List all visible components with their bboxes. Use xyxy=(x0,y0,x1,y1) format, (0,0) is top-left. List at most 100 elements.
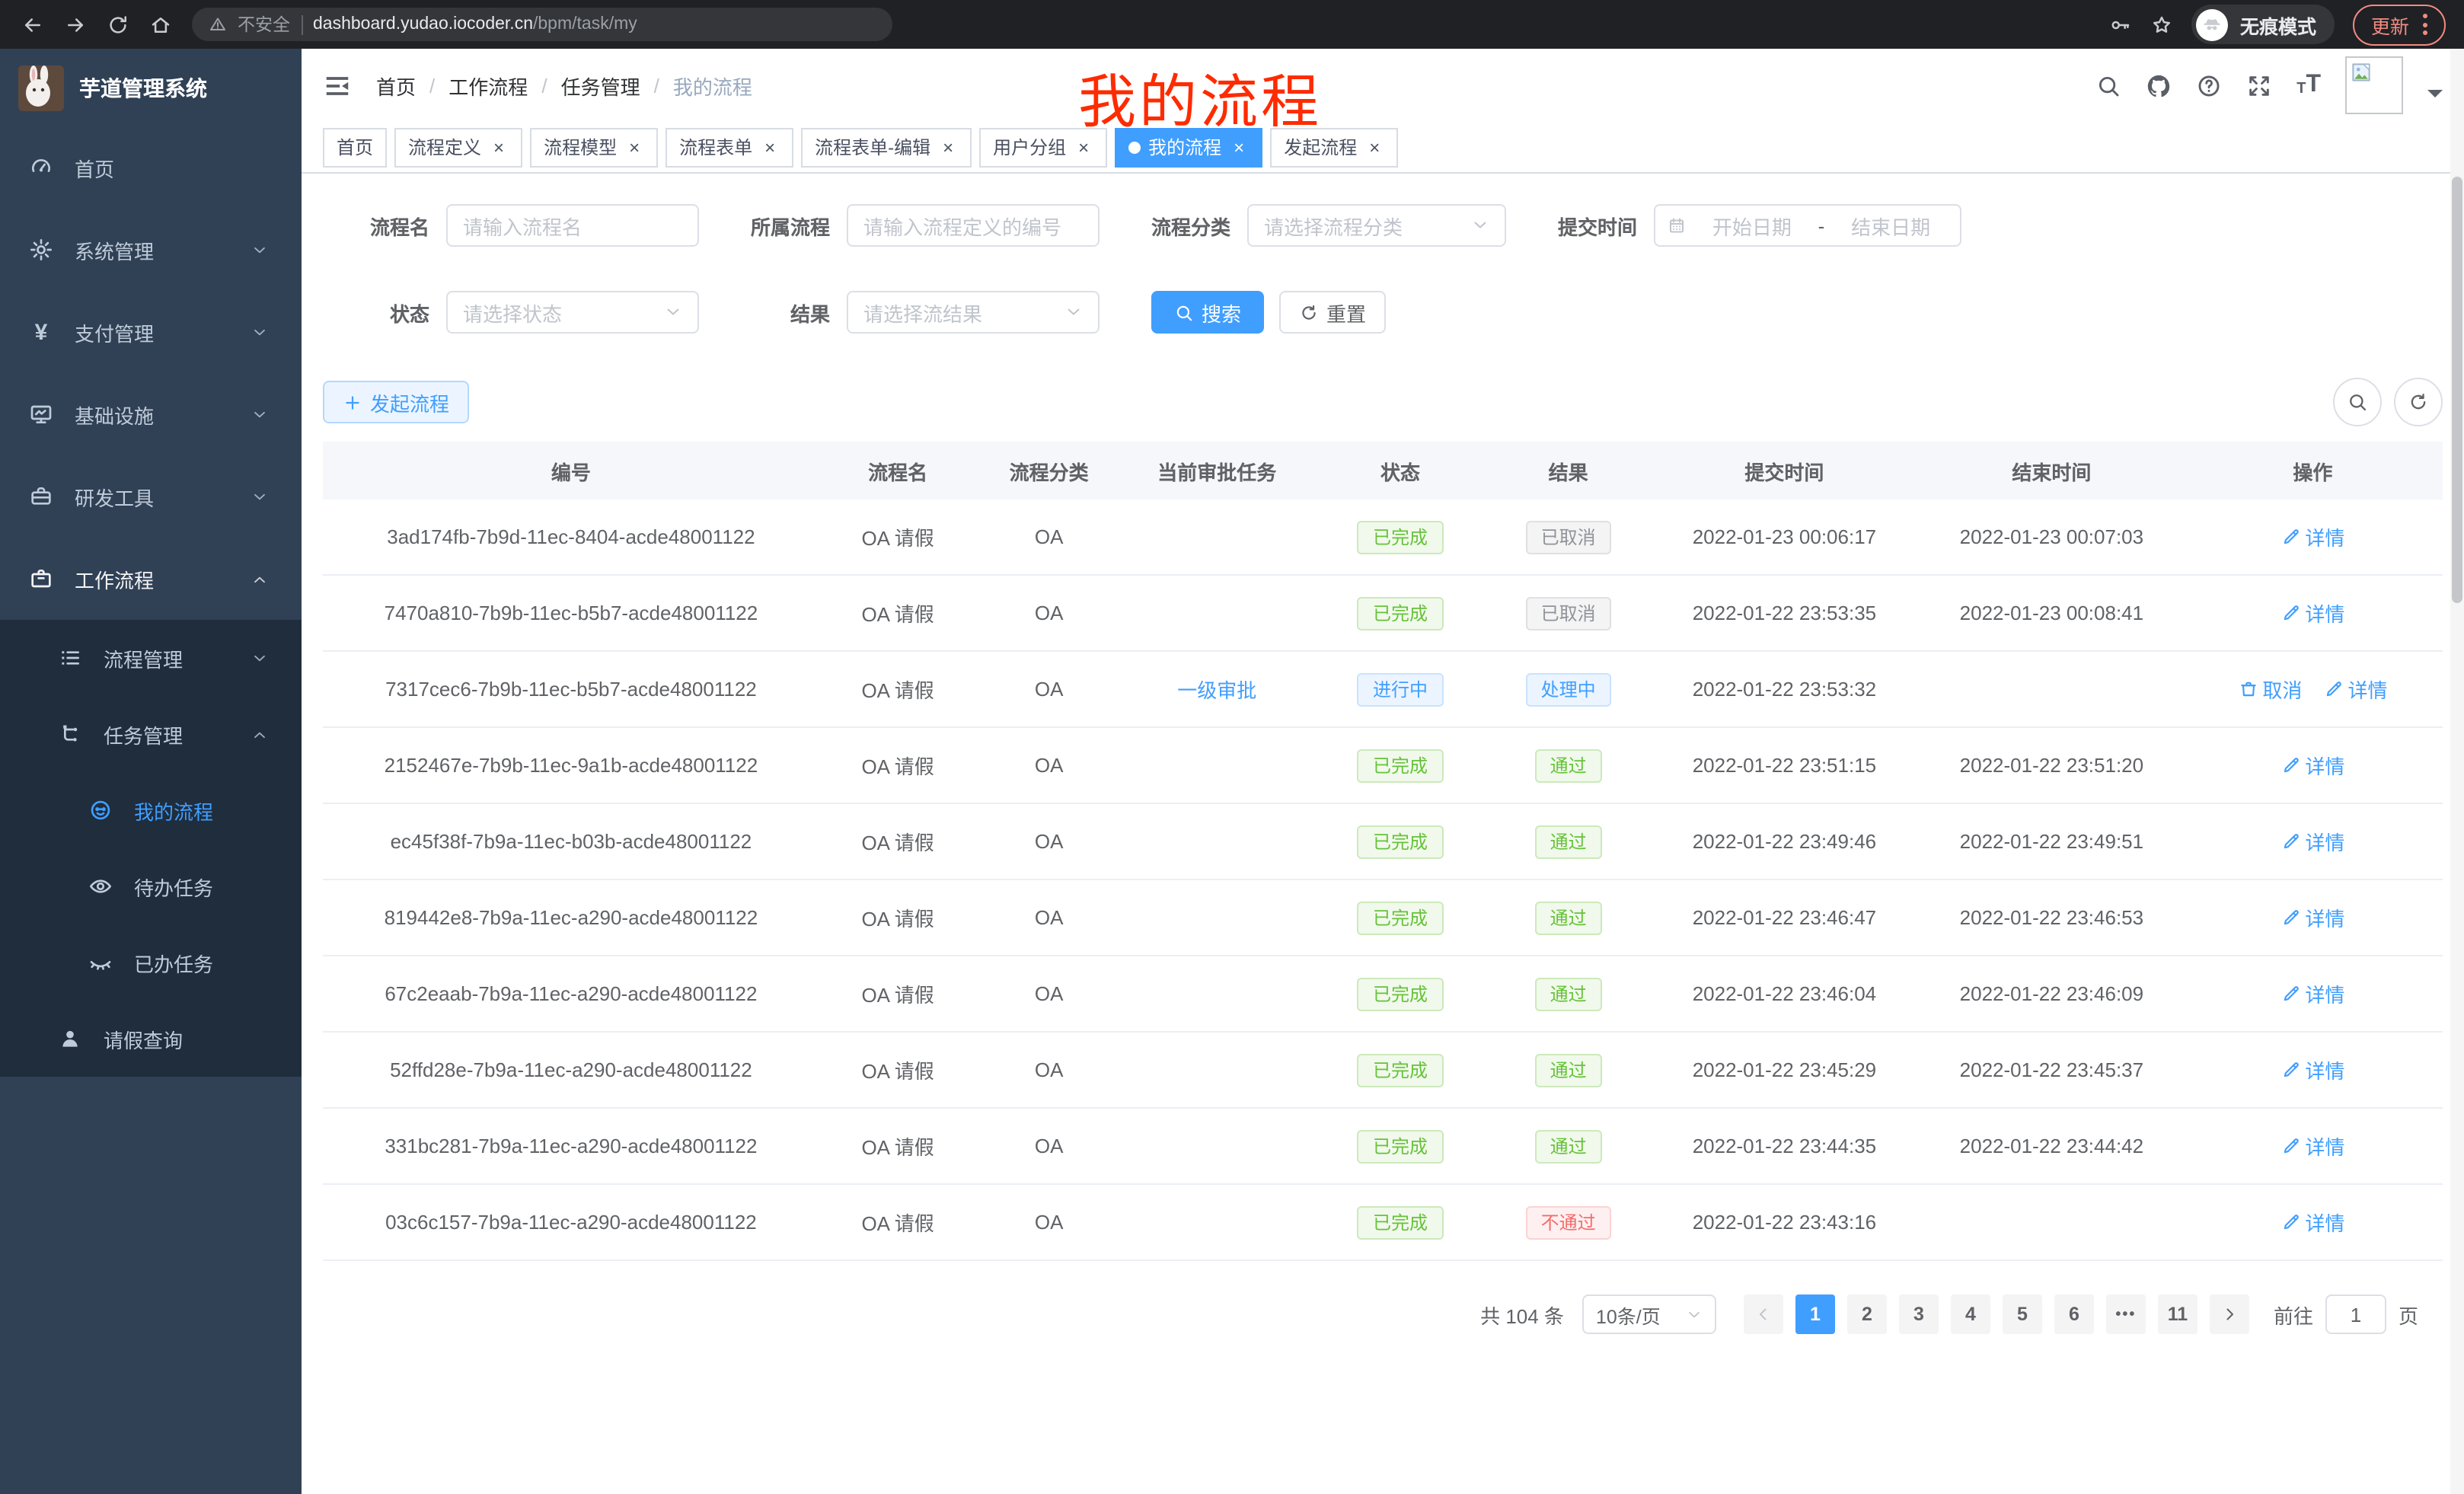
page-button-11[interactable]: 11 xyxy=(2158,1294,2197,1334)
browser-forward-button[interactable] xyxy=(55,5,94,44)
detail-action[interactable]: 详情 xyxy=(2280,522,2344,551)
detail-action[interactable]: 详情 xyxy=(2280,827,2344,856)
close-tab-icon[interactable]: × xyxy=(1074,137,1093,157)
breadcrumb-item[interactable]: 工作流程 xyxy=(448,71,528,100)
detail-action[interactable]: 详情 xyxy=(2280,979,2344,1008)
action-label: 详情 xyxy=(2305,599,2344,627)
start-process-button[interactable]: 发起流程 xyxy=(323,381,469,423)
task-link[interactable]: 一级审批 xyxy=(1177,679,1256,702)
close-tab-icon[interactable]: × xyxy=(760,137,780,157)
chevron-down-icon xyxy=(664,303,682,321)
header-search-icon[interactable] xyxy=(2095,72,2121,98)
reset-button[interactable]: 重置 xyxy=(1279,291,1386,334)
breadcrumb-item[interactable]: 任务管理 xyxy=(561,71,640,100)
toggle-search-button[interactable] xyxy=(2333,378,2382,426)
submit-time-daterange[interactable]: 开始日期-结束日期 xyxy=(1654,204,1961,247)
process-category-select[interactable]: 请选择流程分类 xyxy=(1247,204,1506,247)
filter-label: 所属流程 xyxy=(751,211,830,240)
detail-action[interactable]: 详情 xyxy=(2280,599,2344,627)
browser-reload-button[interactable] xyxy=(97,5,137,44)
page-size-select[interactable]: 10条/页 xyxy=(1582,1294,1716,1334)
actions-cell: 详情 xyxy=(2183,727,2443,803)
jump-page-input[interactable]: 1 xyxy=(2325,1294,2386,1334)
sidebar-item-home[interactable]: 首页 xyxy=(0,126,302,209)
close-tab-icon[interactable]: × xyxy=(624,137,644,157)
search-button[interactable]: 搜索 xyxy=(1151,291,1264,334)
tab-home[interactable]: 首页 xyxy=(323,127,387,167)
actions-cell: 取消详情 xyxy=(2183,651,2443,727)
breadcrumb-item[interactable]: 首页 xyxy=(376,71,416,100)
result-select[interactable]: 请选择流结果 xyxy=(847,291,1100,334)
detail-action[interactable]: 详情 xyxy=(2280,1132,2344,1160)
security-label[interactable]: 不安全 xyxy=(238,12,290,37)
detail-action[interactable]: 详情 xyxy=(2280,903,2344,932)
page-button-2[interactable]: 2 xyxy=(1847,1294,1887,1334)
result-badge: 通过 xyxy=(1535,901,1602,934)
fullscreen-icon[interactable] xyxy=(2246,72,2272,98)
prev-page-button[interactable] xyxy=(1744,1294,1783,1334)
page-button-1[interactable]: 1 xyxy=(1795,1294,1835,1334)
pager: 123456 ••• 11 xyxy=(1738,1294,2255,1334)
status-cell: 已完成 xyxy=(1313,956,1489,1032)
bookmark-star-icon[interactable] xyxy=(2150,13,2173,36)
tab-process-model[interactable]: 流程模型× xyxy=(530,127,658,167)
font-size-icon[interactable]: TT xyxy=(2296,73,2321,97)
page-ellipsis[interactable]: ••• xyxy=(2106,1294,2146,1334)
tab-process-definition[interactable]: 流程定义 × xyxy=(394,127,522,167)
detail-action[interactable]: 详情 xyxy=(2280,751,2344,780)
tab-process-form[interactable]: 流程表单× xyxy=(665,127,793,167)
sidebar-item-done-tasks[interactable]: 已办任务 xyxy=(0,924,302,1001)
sidebar-logo[interactable]: 芋道管理系统 xyxy=(0,49,302,126)
sidebar-item-label: 支付管理 xyxy=(75,318,154,346)
page-url[interactable]: dashboard.yudao.iocoder.cn/bpm/task/my xyxy=(313,15,637,34)
submit-time: 2022-01-22 23:51:15 xyxy=(1649,727,1920,803)
sidebar-collapse-icon[interactable] xyxy=(323,71,352,100)
cancel-action[interactable]: 取消 xyxy=(2238,675,2302,704)
detail-action[interactable]: 详情 xyxy=(2323,675,2387,704)
sidebar-item-dev-tools[interactable]: 研发工具 xyxy=(0,455,302,538)
help-icon[interactable] xyxy=(2196,72,2222,98)
close-tab-icon[interactable]: × xyxy=(938,137,958,157)
status-cell: 已完成 xyxy=(1313,803,1489,879)
sidebar-item-todo-tasks[interactable]: 待办任务 xyxy=(0,848,302,924)
refresh-table-button[interactable] xyxy=(2394,378,2443,426)
close-tab-icon[interactable]: × xyxy=(1364,137,1384,157)
sidebar-item-payment[interactable]: ¥支付管理 xyxy=(0,291,302,373)
browser-menu-icon[interactable] xyxy=(2423,14,2427,35)
status-select[interactable]: 请选择状态 xyxy=(446,291,699,334)
detail-action[interactable]: 详情 xyxy=(2280,1055,2344,1084)
sidebar-item-my-process[interactable]: 我的流程 xyxy=(0,772,302,848)
page-button-4[interactable]: 4 xyxy=(1951,1294,1990,1334)
browser-home-button[interactable] xyxy=(140,5,180,44)
page-button-3[interactable]: 3 xyxy=(1899,1294,1939,1334)
sidebar-item-task-mgmt[interactable]: 任务管理 xyxy=(0,696,302,772)
address-bar[interactable]: 不安全 dashboard.yudao.iocoder.cn/bpm/task/… xyxy=(192,8,892,41)
sidebar-item-leave-query[interactable]: 请假查询 xyxy=(0,1001,302,1077)
next-page-button[interactable] xyxy=(2210,1294,2249,1334)
result-badge: 通过 xyxy=(1535,749,1602,782)
tags-view: 首页流程定义×流程模型×流程表单×流程表单-编辑×用户分组×我的流程×发起流程× xyxy=(302,122,2464,174)
tab-label: 流程定义 xyxy=(408,134,481,160)
tab-process-form-edit[interactable]: 流程表单-编辑× xyxy=(801,127,972,167)
github-icon[interactable] xyxy=(2146,72,2172,98)
browser-back-button[interactable] xyxy=(12,5,52,44)
process-name-input[interactable]: 请输入流程名 xyxy=(446,204,699,247)
sidebar-item-system[interactable]: 系统管理 xyxy=(0,209,302,291)
page-scrollbar[interactable] xyxy=(2450,49,2464,1494)
sidebar-item-workflow[interactable]: 工作流程 xyxy=(0,538,302,620)
sidebar-item-process-mgmt[interactable]: 流程管理 xyxy=(0,620,302,696)
avatar-caret-icon[interactable] xyxy=(2427,90,2443,105)
page-button-5[interactable]: 5 xyxy=(2003,1294,2042,1334)
avatar[interactable] xyxy=(2345,56,2403,114)
sidebar-item-infrastructure[interactable]: 基础设施 xyxy=(0,373,302,455)
filter-result: 结果请选择流结果 xyxy=(751,291,1100,334)
detail-action[interactable]: 详情 xyxy=(2280,1208,2344,1237)
browser-update-button[interactable]: 更新 xyxy=(2353,4,2446,45)
page-button-6[interactable]: 6 xyxy=(2054,1294,2094,1334)
sidebar: 芋道管理系统 首页系统管理¥支付管理基础设施研发工具工作流程流程管理任务管理我的… xyxy=(0,49,302,1494)
close-tab-icon[interactable]: × xyxy=(489,137,509,157)
key-icon[interactable] xyxy=(2109,13,2132,36)
scrollbar-thumb[interactable] xyxy=(2452,177,2462,603)
owner-process-input[interactable]: 请输入流程定义的编号 xyxy=(847,204,1100,247)
close-tab-icon[interactable]: × xyxy=(1229,137,1249,157)
